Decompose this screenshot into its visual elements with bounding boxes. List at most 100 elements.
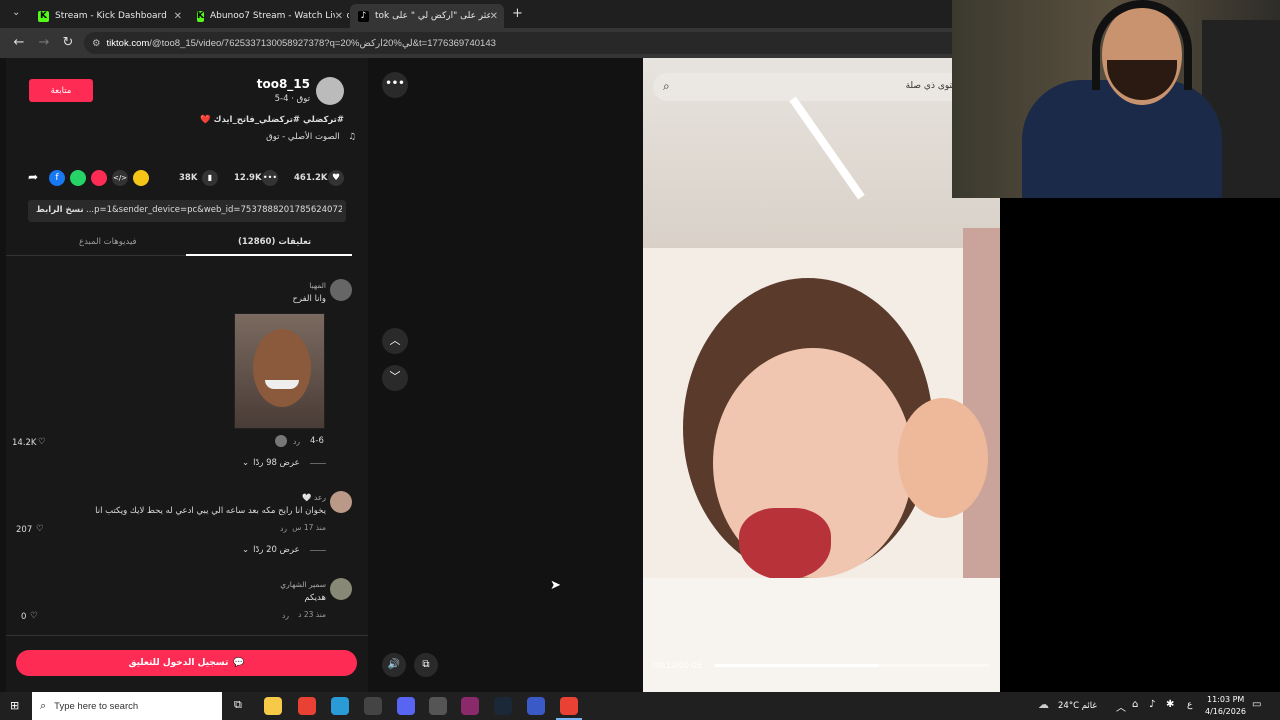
winrar-icon[interactable]	[461, 697, 479, 715]
windows-start-icon[interactable]: ⊞	[10, 699, 19, 712]
media-player-icon[interactable]	[429, 697, 447, 715]
chrome-icon[interactable]	[298, 697, 316, 715]
comment-icon[interactable]: •••	[262, 170, 278, 186]
whatsapp-icon[interactable]	[70, 170, 86, 186]
view-replies-label: عرض 20 ردًا	[253, 545, 300, 555]
kick-icon: K	[38, 10, 49, 22]
mouse-cursor-icon: ➤	[550, 578, 561, 593]
music-note-icon: ♫	[348, 132, 356, 142]
bookmark-icon[interactable]: ▮	[202, 170, 218, 186]
language-indicator[interactable]: ع	[1187, 700, 1192, 710]
comment-avatar[interactable]	[330, 279, 352, 301]
sound-row[interactable]: ♫ الصوت الأصلي - توق	[266, 132, 356, 142]
comment-avatar[interactable]	[330, 491, 352, 513]
video-search-box[interactable]: ⌕ اعثر على محتوى ذي صلة	[653, 73, 1000, 101]
reply-button[interactable]: رد	[280, 524, 287, 533]
comment-avatar[interactable]	[330, 578, 352, 600]
view-replies-label: عرض 98 ردًا	[253, 458, 300, 468]
comment-like-count: 0	[21, 612, 27, 622]
close-tab-icon[interactable]: ✕	[489, 10, 498, 22]
comment-date: منذ 23 د	[298, 610, 326, 619]
next-video-button[interactable]: ﹀	[382, 365, 408, 391]
clock-date[interactable]: 4/16/2026	[1205, 707, 1246, 716]
boy-face-shape	[898, 398, 988, 518]
view-replies-button[interactable]: ⌄ عرض 20 ردًا	[242, 545, 326, 555]
embed-code-icon[interactable]: </>	[112, 170, 128, 186]
file-explorer-icon[interactable]	[264, 697, 282, 715]
girl-mouth-shape	[739, 508, 831, 580]
author-subline: توق · 4-5	[274, 94, 310, 104]
address-bar: ← → ↻ ⚙ tiktok.com /@too8_15/video/76253…	[0, 28, 952, 58]
site-info-icon[interactable]: ⚙	[92, 38, 101, 49]
comment-date: 4-6	[310, 436, 324, 446]
tab-creator-videos[interactable]: فيديوهات المبدع	[79, 237, 137, 247]
edge-icon[interactable]	[331, 697, 349, 715]
author-username[interactable]: too8_15	[257, 77, 310, 91]
comment-author[interactable]: رعد 🤍	[302, 493, 326, 502]
video-progress-track[interactable]	[715, 664, 989, 667]
login-to-comment-button[interactable]: تسجيل الدخول للتعليق 💬	[16, 650, 357, 676]
tab-kick-dashboard[interactable]: K Stream - Kick Dashboard ✕	[30, 4, 188, 28]
author-avatar[interactable]	[316, 77, 344, 105]
notification-icon[interactable]: ▭	[1252, 699, 1261, 710]
follow-button[interactable]: متابعة	[29, 79, 93, 102]
weather-icon: ☁	[1038, 698, 1049, 711]
weather-text[interactable]: 24°C غائم	[1058, 701, 1097, 711]
miniplayer-button[interactable]: ⧉	[414, 653, 438, 677]
comment-image[interactable]	[234, 313, 325, 429]
network-icon[interactable]: ⌂	[1132, 699, 1138, 710]
game-app-icon[interactable]	[527, 697, 545, 715]
steam-icon[interactable]	[494, 697, 512, 715]
reply-button[interactable]: رد	[293, 437, 300, 446]
url-input[interactable]: ⚙ tiktok.com /@too8_15/video/76253371300…	[84, 32, 952, 54]
tab-abunoo7-stream[interactable]: K Abunoo7 Stream - Watch Live o ✕	[189, 4, 349, 28]
tab-tiktok[interactable]: ♪ اعثر على "اركض لي " على tok ✕	[350, 4, 504, 28]
comment-author[interactable]: المهبا	[309, 281, 326, 290]
heart-icon[interactable]: ♥	[328, 170, 344, 186]
tab-title: Abunoo7 Stream - Watch Live o	[209, 11, 349, 21]
reply-button[interactable]: رد	[282, 611, 289, 620]
webcam-overlay	[952, 0, 1280, 198]
new-tab-button[interactable]: +	[512, 6, 523, 21]
shirt-shape	[643, 578, 1000, 692]
view-replies-button[interactable]: ⌄ عرض 98 ردًا	[242, 458, 326, 468]
search-icon: ⌕	[40, 699, 47, 712]
share-icons: ➦ f </>	[28, 170, 149, 186]
heart-outline-icon[interactable]: ♡	[38, 437, 46, 447]
tab-comments[interactable]: تعليقات (12860)	[238, 237, 311, 247]
chrome-active-icon[interactable]	[560, 697, 578, 715]
close-tab-icon[interactable]: ✕	[334, 10, 343, 22]
reload-icon[interactable]: ↻	[60, 35, 76, 50]
close-tab-icon[interactable]: ✕	[174, 11, 182, 22]
creator-liked-avatar	[275, 435, 287, 447]
comment-author[interactable]: سمير الشهاري	[280, 580, 326, 589]
heart-outline-icon[interactable]: ♡	[30, 611, 38, 621]
facebook-icon[interactable]: f	[49, 170, 65, 186]
forward-arrow-icon[interactable]: →	[36, 35, 52, 50]
browser-tab-bar: ⌄ K Stream - Kick Dashboard ✕ K Abunoo7 …	[0, 0, 952, 28]
heart-outline-icon[interactable]: ♡	[36, 524, 44, 534]
copy-link-button[interactable]: نسخ الرابط	[36, 205, 84, 215]
app-icon[interactable]	[364, 697, 382, 715]
tray-chevron-icon[interactable]: ︿	[1116, 699, 1126, 714]
chevron-down-icon: ⌄	[242, 458, 250, 468]
video-player[interactable]: ⌕ اعثر على محتوى ذي صلة 00:12/00:05	[643, 58, 1000, 692]
share-link-text: ...p=1&sender_device=pc&web_id=753788820…	[86, 205, 342, 215]
tiktok-icon: ♪	[358, 10, 369, 22]
back-arrow-icon[interactable]: ←	[11, 35, 27, 50]
tab-list-chevron-icon[interactable]: ⌄	[12, 7, 20, 18]
volume-icon[interactable]: ♪	[1149, 699, 1155, 710]
previous-video-button[interactable]: ︿	[382, 328, 408, 354]
taskbar-search-box[interactable]: ⌕ Type here to search	[32, 692, 222, 720]
clock-time[interactable]: 11:03 PM	[1207, 695, 1244, 704]
more-options-button[interactable]: •••	[382, 72, 408, 98]
taskbar-search-placeholder: Type here to search	[54, 700, 139, 712]
share-arrow-icon[interactable]: ➦	[28, 170, 44, 186]
search-icon: ⌕	[663, 79, 670, 93]
volume-button[interactable]: 🔊	[382, 653, 406, 677]
task-view-icon[interactable]: ⧉	[234, 698, 242, 712]
coin-icon[interactable]	[133, 170, 149, 186]
discord-icon[interactable]	[397, 697, 415, 715]
tray-app-icon[interactable]: ✱	[1166, 699, 1174, 710]
telegram-icon[interactable]	[91, 170, 107, 186]
